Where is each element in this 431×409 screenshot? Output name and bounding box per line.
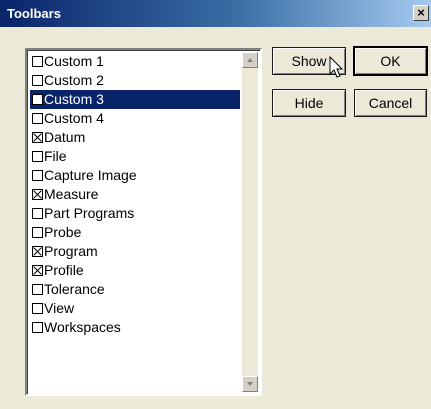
scroll-up-arrow-icon <box>247 58 253 62</box>
toolbar-list-item[interactable]: Capture Image <box>30 166 240 185</box>
toolbar-list-item[interactable]: File <box>30 147 240 166</box>
toolbar-checkbox[interactable] <box>32 56 43 67</box>
toolbar-item-label: Custom 1 <box>44 53 104 69</box>
toolbar-item-label: File <box>44 148 67 164</box>
toolbar-list-item[interactable]: Measure <box>30 185 240 204</box>
toolbar-item-label: Capture Image <box>44 167 137 183</box>
toolbar-list-item[interactable]: View <box>30 299 240 318</box>
toolbar-checkbox[interactable] <box>32 75 43 86</box>
toolbar-list-item[interactable]: Custom 3 <box>30 90 240 109</box>
close-icon: × <box>417 5 425 20</box>
toolbar-checkbox[interactable] <box>32 227 43 238</box>
toolbar-item-label: Probe <box>44 224 82 240</box>
toolbars-dialog: Toolbars × Custom 1 Custom 2 Custom 3 Custo… <box>0 0 431 409</box>
toolbar-item-label: Measure <box>44 186 99 202</box>
toolbars-listbox[interactable]: Custom 1 Custom 2 Custom 3 Custom 4 Datum Fil… <box>25 48 262 396</box>
toolbar-checkbox[interactable] <box>32 322 43 333</box>
toolbar-checkbox[interactable] <box>32 208 43 219</box>
toolbar-item-label: Custom 3 <box>44 91 104 107</box>
toolbar-checkbox[interactable] <box>32 265 43 276</box>
vertical-scrollbar[interactable] <box>242 52 258 392</box>
scroll-down-arrow-icon <box>247 382 253 386</box>
ok-button[interactable]: OK <box>354 47 427 75</box>
toolbar-list-item[interactable]: Datum <box>30 128 240 147</box>
scroll-up-button[interactable] <box>242 52 258 68</box>
scroll-down-button[interactable] <box>242 376 258 392</box>
toolbar-item-label: Tolerance <box>44 281 105 297</box>
toolbar-checkbox[interactable] <box>32 303 43 314</box>
toolbar-item-label: Profile <box>44 262 84 278</box>
toolbar-list-item[interactable]: Profile <box>30 261 240 280</box>
toolbar-checkbox[interactable] <box>32 151 43 162</box>
toolbar-item-label: Datum <box>44 129 86 145</box>
toolbar-checkbox[interactable] <box>32 94 43 105</box>
cancel-button[interactable]: Cancel <box>354 89 427 117</box>
toolbars-list: Custom 1 Custom 2 Custom 3 Custom 4 Datum Fil… <box>30 52 240 337</box>
title-bar[interactable]: Toolbars × <box>0 0 431 27</box>
toolbar-checkbox[interactable] <box>32 170 43 181</box>
toolbar-checkbox[interactable] <box>32 132 43 143</box>
toolbar-list-item[interactable]: Workspaces <box>30 318 240 337</box>
toolbar-list-item[interactable]: Custom 1 <box>30 52 240 71</box>
toolbar-list-item[interactable]: Tolerance <box>30 280 240 299</box>
toolbar-item-label: Workspaces <box>44 319 121 335</box>
close-button[interactable]: × <box>413 5 429 21</box>
mouse-pointer-icon <box>329 56 344 78</box>
toolbar-checkbox[interactable] <box>32 113 43 124</box>
toolbar-list-item[interactable]: Part Programs <box>30 204 240 223</box>
toolbar-checkbox[interactable] <box>32 189 43 200</box>
toolbar-list-item[interactable]: Probe <box>30 223 240 242</box>
toolbar-checkbox[interactable] <box>32 284 43 295</box>
toolbar-list-item[interactable]: Custom 2 <box>30 71 240 90</box>
toolbar-item-label: Custom 2 <box>44 72 104 88</box>
toolbar-list-item[interactable]: Program <box>30 242 240 261</box>
toolbar-item-label: Program <box>44 243 98 259</box>
toolbar-item-label: Custom 4 <box>44 110 104 126</box>
toolbar-item-label: View <box>44 300 75 316</box>
toolbar-checkbox[interactable] <box>32 246 43 257</box>
toolbar-item-label: Part Programs <box>44 205 135 221</box>
window-title: Toolbars <box>7 6 61 21</box>
toolbar-list-item[interactable]: Custom 4 <box>30 109 240 128</box>
hide-button[interactable]: Hide <box>272 89 346 117</box>
